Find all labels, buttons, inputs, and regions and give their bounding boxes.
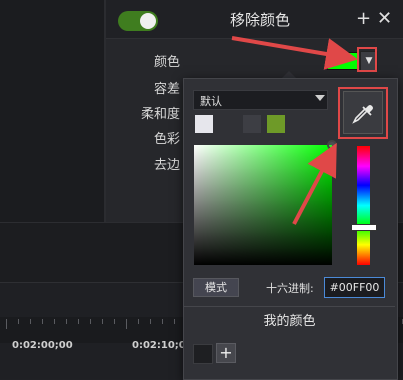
hex-input[interactable]: #00FF00 (324, 277, 385, 298)
color-swatch[interactable] (327, 52, 359, 70)
toggle-knob (140, 13, 156, 29)
panel-title: 移除颜色 (229, 11, 290, 29)
tolerance-label: 容差 (153, 82, 180, 97)
recent-color-swatch[interactable] (243, 115, 261, 133)
hex-label: 十六进制: (266, 282, 314, 295)
time-label: 0:02:00;00 (12, 340, 73, 351)
ruler-tick (114, 319, 115, 324)
mode-button[interactable]: 模式 (193, 278, 239, 297)
ruler-tick (162, 319, 163, 324)
my-colors-title: 我的颜色 (263, 314, 316, 329)
ruler-tick (30, 319, 31, 324)
ruler-tick (42, 319, 43, 324)
ruler-tick (126, 319, 127, 329)
annotation-highlight-box (338, 87, 388, 139)
hue-slider-handle[interactable] (351, 224, 377, 231)
color-label: 颜色 (153, 55, 180, 70)
chevron-down-icon (315, 95, 325, 101)
divider (184, 306, 395, 307)
editor-canvas-area (0, 0, 104, 222)
ruler-tick (66, 319, 67, 324)
recent-color-swatch[interactable] (195, 115, 213, 133)
ruler-tick (78, 319, 79, 324)
hue-slider[interactable] (357, 146, 370, 265)
ruler-tick (90, 319, 91, 324)
color-field-cursor[interactable] (327, 140, 337, 150)
close-icon[interactable]: ✕ (377, 8, 392, 29)
ruler-tick (138, 319, 139, 324)
my-color-swatch[interactable] (193, 344, 213, 364)
ruler-tick (150, 319, 151, 324)
ruler-tick (174, 319, 175, 324)
ruler-tick (54, 319, 55, 324)
defringe-label: 去边 (153, 158, 180, 173)
add-color-button[interactable]: + (216, 343, 236, 363)
saturation-value-field[interactable] (194, 145, 332, 265)
effect-enable-toggle[interactable] (118, 11, 158, 31)
ruler-tick (102, 319, 103, 324)
hue-label: 色彩 (153, 132, 180, 147)
preset-dropdown-value: 默认 (200, 95, 222, 108)
ruler-tick (18, 319, 19, 324)
annotation-highlight-box (357, 47, 377, 72)
ruler-tick (6, 319, 7, 329)
softness-label: 柔和度 (140, 107, 180, 122)
recent-color-swatch[interactable] (267, 115, 285, 133)
add-icon[interactable]: + (356, 8, 371, 29)
